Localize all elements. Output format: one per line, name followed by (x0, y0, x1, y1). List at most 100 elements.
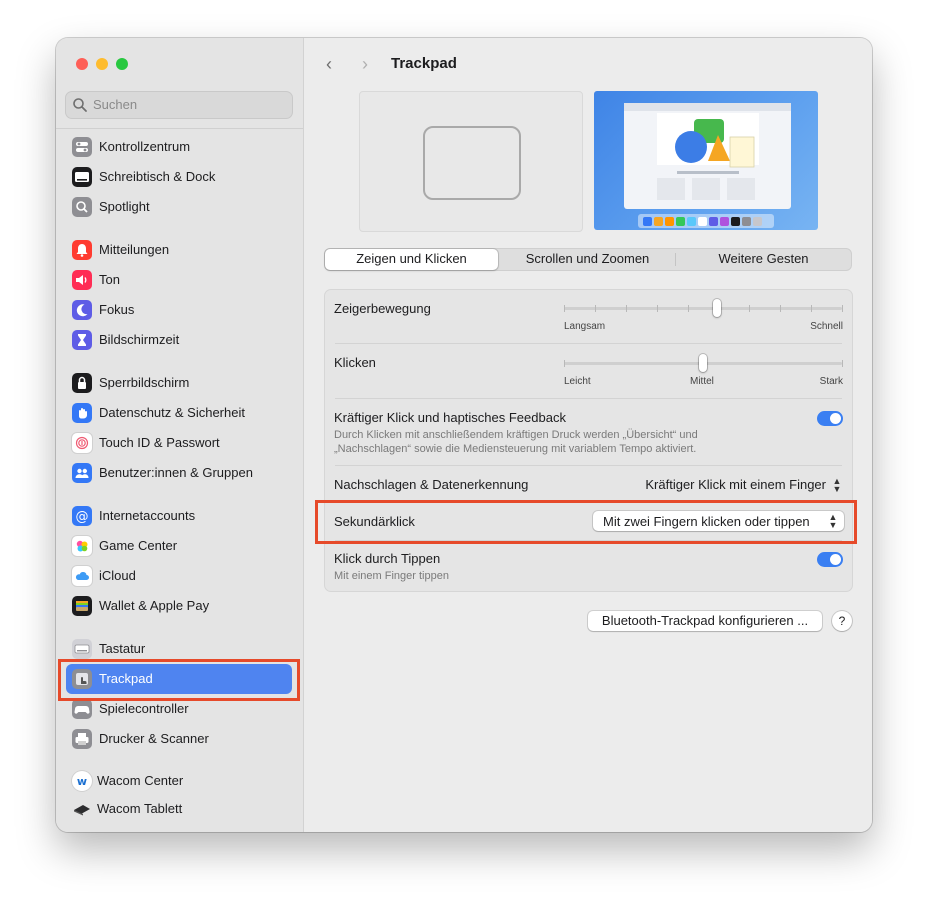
svg-text:@: @ (76, 510, 89, 525)
sidebar-item-wacom-tablett[interactable]: Wacom Tablett (66, 794, 292, 824)
sidebar-item-label: Spotlight (99, 199, 150, 214)
bluetooth-trackpad-button[interactable]: Bluetooth-Trackpad konfigurieren ... (588, 611, 822, 631)
traffic-lights (76, 58, 128, 70)
printer-icon (72, 729, 92, 749)
pointer-speed-label: Zeigerbewegung (334, 301, 431, 316)
spotlight-icon (72, 197, 92, 217)
force-click-label: Kräftiger Klick und haptisches Feedback (334, 410, 566, 425)
pointer-speed-knob[interactable] (713, 299, 721, 317)
sidebar-item-label: Touch ID & Passwort (99, 435, 220, 450)
sidebar-item-fokus[interactable]: Fokus (66, 295, 292, 325)
sidebar-item-label: Game Center (99, 538, 178, 553)
click-max-label: Stark (819, 376, 843, 387)
click-pressure-knob[interactable] (699, 354, 707, 372)
touch-id-icon (72, 433, 92, 453)
click-min-label: Leicht (564, 376, 591, 387)
highlight-secondary-click-row (315, 500, 857, 544)
sidebar-item-datenschutz[interactable]: Datenschutz & Sicherheit (66, 398, 292, 428)
sidebar-item-sperrbildschirm[interactable]: Sperrbildschirm (66, 368, 292, 398)
force-click-description-line2: „Nachschlagen“ sowie die Mediensteuerung… (334, 443, 697, 455)
forward-button[interactable]: › (362, 54, 368, 75)
tab-zeigen-und-klicken[interactable]: Zeigen und Klicken (325, 249, 498, 270)
sidebar-item-label: Bildschirmzeit (99, 332, 180, 347)
sidebar-item-game-center[interactable]: Game Center (66, 531, 292, 561)
highlight-trackpad-item (58, 659, 300, 701)
sidebar-item-schreibtisch-dock[interactable]: Schreibtisch & Dock (66, 162, 292, 192)
game-controller-icon (72, 699, 92, 719)
sidebar-item-icloud[interactable]: iCloud (66, 561, 292, 591)
slider-tick (564, 305, 565, 312)
sidebar-item-label: Mitteilungen (99, 242, 170, 257)
slider-tick (595, 305, 596, 312)
sidebar-item-label: Sperrbildschirm (99, 375, 190, 390)
wacom-center-icon: w (72, 771, 92, 791)
wallet-icon (72, 596, 92, 616)
icloud-icon (72, 566, 92, 586)
back-button[interactable]: ‹ (326, 54, 332, 75)
search-icon (73, 98, 87, 112)
close-window-button[interactable] (76, 58, 88, 70)
force-click-description-line1: Durch Klicken mit anschließendem kräftig… (334, 429, 698, 441)
sidebar-item-wacom-center[interactable]: w Wacom Center (66, 766, 292, 796)
tab-weitere-gesten[interactable]: Weitere Gesten (676, 249, 851, 270)
force-click-toggle[interactable] (817, 411, 843, 426)
control-center-icon (72, 137, 92, 157)
slider-tick (842, 305, 843, 312)
sidebar-item-touch-id[interactable]: Touch ID & Passwort (66, 428, 292, 458)
trackpad-gesture-preview (359, 91, 583, 232)
sidebar-item-wallet[interactable]: Wallet & Apple Pay (66, 591, 292, 621)
click-mid-label: Mittel (690, 376, 714, 387)
click-pressure-label: Klicken (334, 355, 376, 370)
sidebar-item-label: Benutzer:innen & Gruppen (99, 465, 253, 480)
sound-icon (72, 270, 92, 290)
pointer-speed-max-label: Schnell (810, 321, 843, 332)
help-button[interactable]: ? (832, 611, 852, 631)
slider-tick (842, 360, 843, 367)
lookup-label: Nachschlagen & Datenerkennung (334, 477, 529, 492)
row-divider (335, 343, 842, 344)
tab-bar: Zeigen und Klicken Scrollen und Zoomen W… (324, 248, 852, 271)
slider-tick (688, 305, 689, 312)
sidebar-item-label: Fokus (99, 302, 135, 317)
sidebar-item-spotlight[interactable]: Spotlight (66, 192, 292, 222)
sidebar: Suchen Kontrollzentrum Schreibtisch & Do… (56, 38, 304, 832)
lookup-popup-value[interactable]: Kräftiger Klick mit einem Finger (645, 477, 826, 492)
lock-screen-icon (72, 373, 92, 393)
sidebar-item-label: Spielecontroller (99, 701, 189, 716)
privacy-hand-icon (72, 403, 92, 423)
sidebar-item-mitteilungen[interactable]: Mitteilungen (66, 235, 292, 265)
sidebar-item-label: Internetaccounts (99, 508, 196, 523)
svg-text:w: w (77, 775, 87, 788)
slider-tick (564, 360, 565, 367)
sidebar-item-drucker[interactable]: Drucker & Scanner (66, 724, 292, 754)
sidebar-separator (56, 128, 303, 129)
sidebar-item-kontrollzentrum[interactable]: Kontrollzentrum (66, 132, 292, 162)
sidebar-item-label: Wacom Tablett (97, 801, 183, 816)
sidebar-item-label: Schreibtisch & Dock (99, 169, 216, 184)
keyboard-icon (72, 639, 92, 659)
page-title: Trackpad (391, 55, 457, 72)
lookup-chevron-updown-icon[interactable]: ▲ ▼ (830, 477, 844, 494)
sidebar-item-ton[interactable]: Ton (66, 265, 292, 295)
tap-to-click-description: Mit einem Finger tippen (334, 570, 449, 582)
desktop-preview-image (594, 91, 818, 230)
sidebar-item-bildschirmzeit[interactable]: Bildschirmzeit (66, 325, 292, 355)
slider-tick (749, 305, 750, 312)
tap-to-click-label: Klick durch Tippen (334, 551, 441, 566)
row-divider (335, 398, 842, 399)
internet-accounts-icon: @ (72, 506, 92, 526)
sidebar-item-benutzer[interactable]: Benutzer:innen & Gruppen (66, 458, 292, 488)
users-groups-icon (72, 463, 92, 483)
desktop-dock-icon (72, 167, 92, 187)
search-field[interactable]: Suchen (65, 91, 293, 119)
minimize-window-button[interactable] (96, 58, 108, 70)
pointer-speed-slider[interactable] (564, 307, 842, 310)
screen-time-icon (72, 330, 92, 350)
tab-scrollen-und-zoomen[interactable]: Scrollen und Zoomen (500, 249, 675, 270)
sidebar-item-internetaccounts[interactable]: @ Internetaccounts (66, 501, 292, 531)
tap-to-click-toggle[interactable] (817, 552, 843, 567)
trackpad-illustration (423, 126, 521, 200)
sidebar-item-label: Datenschutz & Sicherheit (99, 405, 245, 420)
zoom-window-button[interactable] (116, 58, 128, 70)
sidebar-item-label: Kontrollzentrum (99, 139, 191, 154)
